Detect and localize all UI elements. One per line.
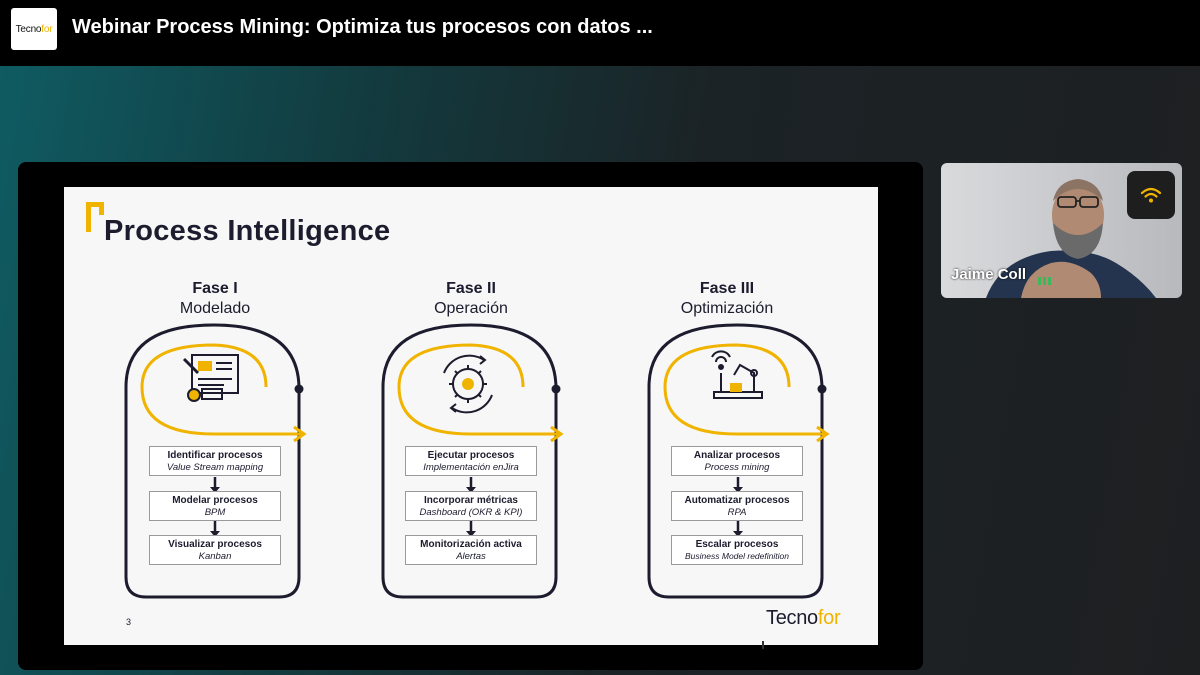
phase-1-step-1: Identificar procesos Value Stream mappin… — [149, 446, 281, 476]
phase-1-step-3: Visualizar procesos Kanban — [149, 535, 281, 565]
phase-3-header: Fase III Optimización — [627, 280, 827, 318]
phase-3-step-2: Automatizar procesos RPA — [671, 491, 803, 521]
webinar-title: Webinar Process Mining: Optimiza tus pro… — [72, 16, 653, 38]
mouse-cursor — [762, 641, 768, 649]
phase-3-subtitle: Optimización — [680, 300, 774, 317]
phase-1-header: Fase I Modelado — [115, 280, 315, 318]
blueprint-icon — [182, 354, 239, 402]
slide-title: Process Intelligence — [104, 215, 391, 247]
slide-graphics — [86, 202, 830, 599]
participant-name: Jaime Coll — [951, 266, 1027, 283]
phase-2-step-1: Ejecutar procesos Implementación enJira — [405, 446, 537, 476]
phase-1-name: Fase I — [192, 280, 238, 297]
phase-3-step-1: Analizar procesos Process mining — [671, 446, 803, 476]
talking-indicator — [1038, 272, 1053, 290]
robot-arm-icon — [711, 350, 763, 399]
phase-2-subtitle: Operación — [434, 300, 508, 317]
slide-brand-logo: Tecnofor — [766, 607, 841, 629]
tecnofor-logo: Tecnofor — [11, 8, 57, 50]
top-bar: Tecnofor Webinar Process Mining: Optimiz… — [0, 0, 1200, 66]
gear-cycle-icon — [443, 354, 493, 414]
wifi-icon — [1140, 187, 1162, 203]
phase-2-step-3: Monitorización activa Alertas — [405, 535, 537, 565]
participant-video-tile[interactable]: Jaime Coll — [941, 163, 1182, 298]
phase-2-header: Fase II Operación — [371, 280, 571, 318]
phase-1-step-2: Modelar procesos BPM — [149, 491, 281, 521]
phase-3-step-3: Escalar procesos Business Model redefini… — [671, 535, 803, 565]
title-accent-shape — [86, 202, 104, 232]
phase-2-step-2: Incorporar métricas Dashboard (OKR & KPI… — [405, 491, 537, 521]
phase-3-name: Fase III — [699, 280, 755, 297]
connection-status-button[interactable] — [1127, 171, 1175, 219]
phase-1-subtitle: Modelado — [179, 300, 251, 317]
phase-2-name: Fase II — [446, 280, 496, 297]
presentation-slide: Process Intelligence Fase I Modelado Fas… — [64, 187, 878, 645]
slide-page-number: 3 — [126, 617, 132, 627]
